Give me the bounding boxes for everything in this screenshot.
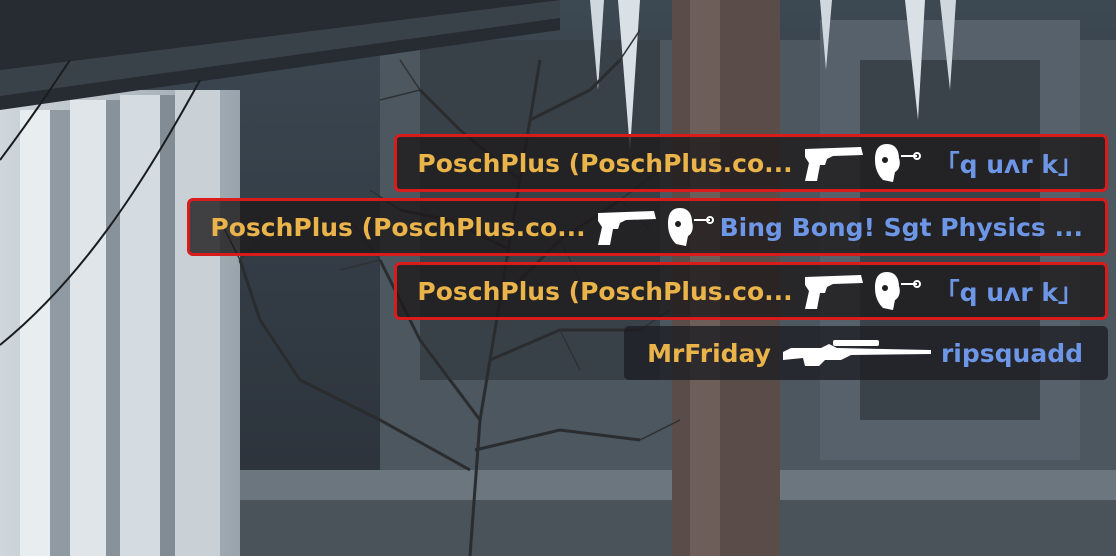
attacker-name: PoschPlus (PoschPlus.co... (417, 148, 793, 178)
headshot-icon (873, 142, 921, 184)
killfeed: PoschPlus (PoschPlus.co... 「q uʌr k」 Pos… (187, 134, 1108, 380)
sniper-rifle-icon (781, 338, 933, 368)
killfeed-entry: PoschPlus (PoschPlus.co... 「q uʌr k」 (394, 134, 1108, 192)
attacker-name: PoschPlus (PoschPlus.co... (210, 212, 586, 242)
victim-name: 「q uʌr k」 (934, 278, 1083, 307)
game-viewport: PoschPlus (PoschPlus.co... 「q uʌr k」 Pos… (0, 0, 1116, 556)
victim-name: ripsquadd (940, 338, 1083, 368)
killfeed-entry: PoschPlus (PoschPlus.co... Bing Bong! Sg… (187, 198, 1108, 256)
pistol-icon (803, 271, 865, 311)
attacker-name: PoschPlus (PoschPlus.co... (417, 276, 793, 306)
victim-name: 「q uʌr k」 (934, 150, 1083, 179)
killfeed-entry: PoschPlus (PoschPlus.co... 「q uʌr k」 (394, 262, 1108, 320)
pistol-icon (596, 207, 658, 247)
killfeed-entry: MrFriday ripsquadd (624, 326, 1108, 380)
victim-name: Bing Bong! Sgt Physics ... (719, 212, 1083, 242)
attacker-name: MrFriday (647, 338, 771, 368)
pistol-icon (803, 143, 865, 183)
headshot-icon (873, 270, 921, 312)
headshot-icon (666, 206, 714, 248)
